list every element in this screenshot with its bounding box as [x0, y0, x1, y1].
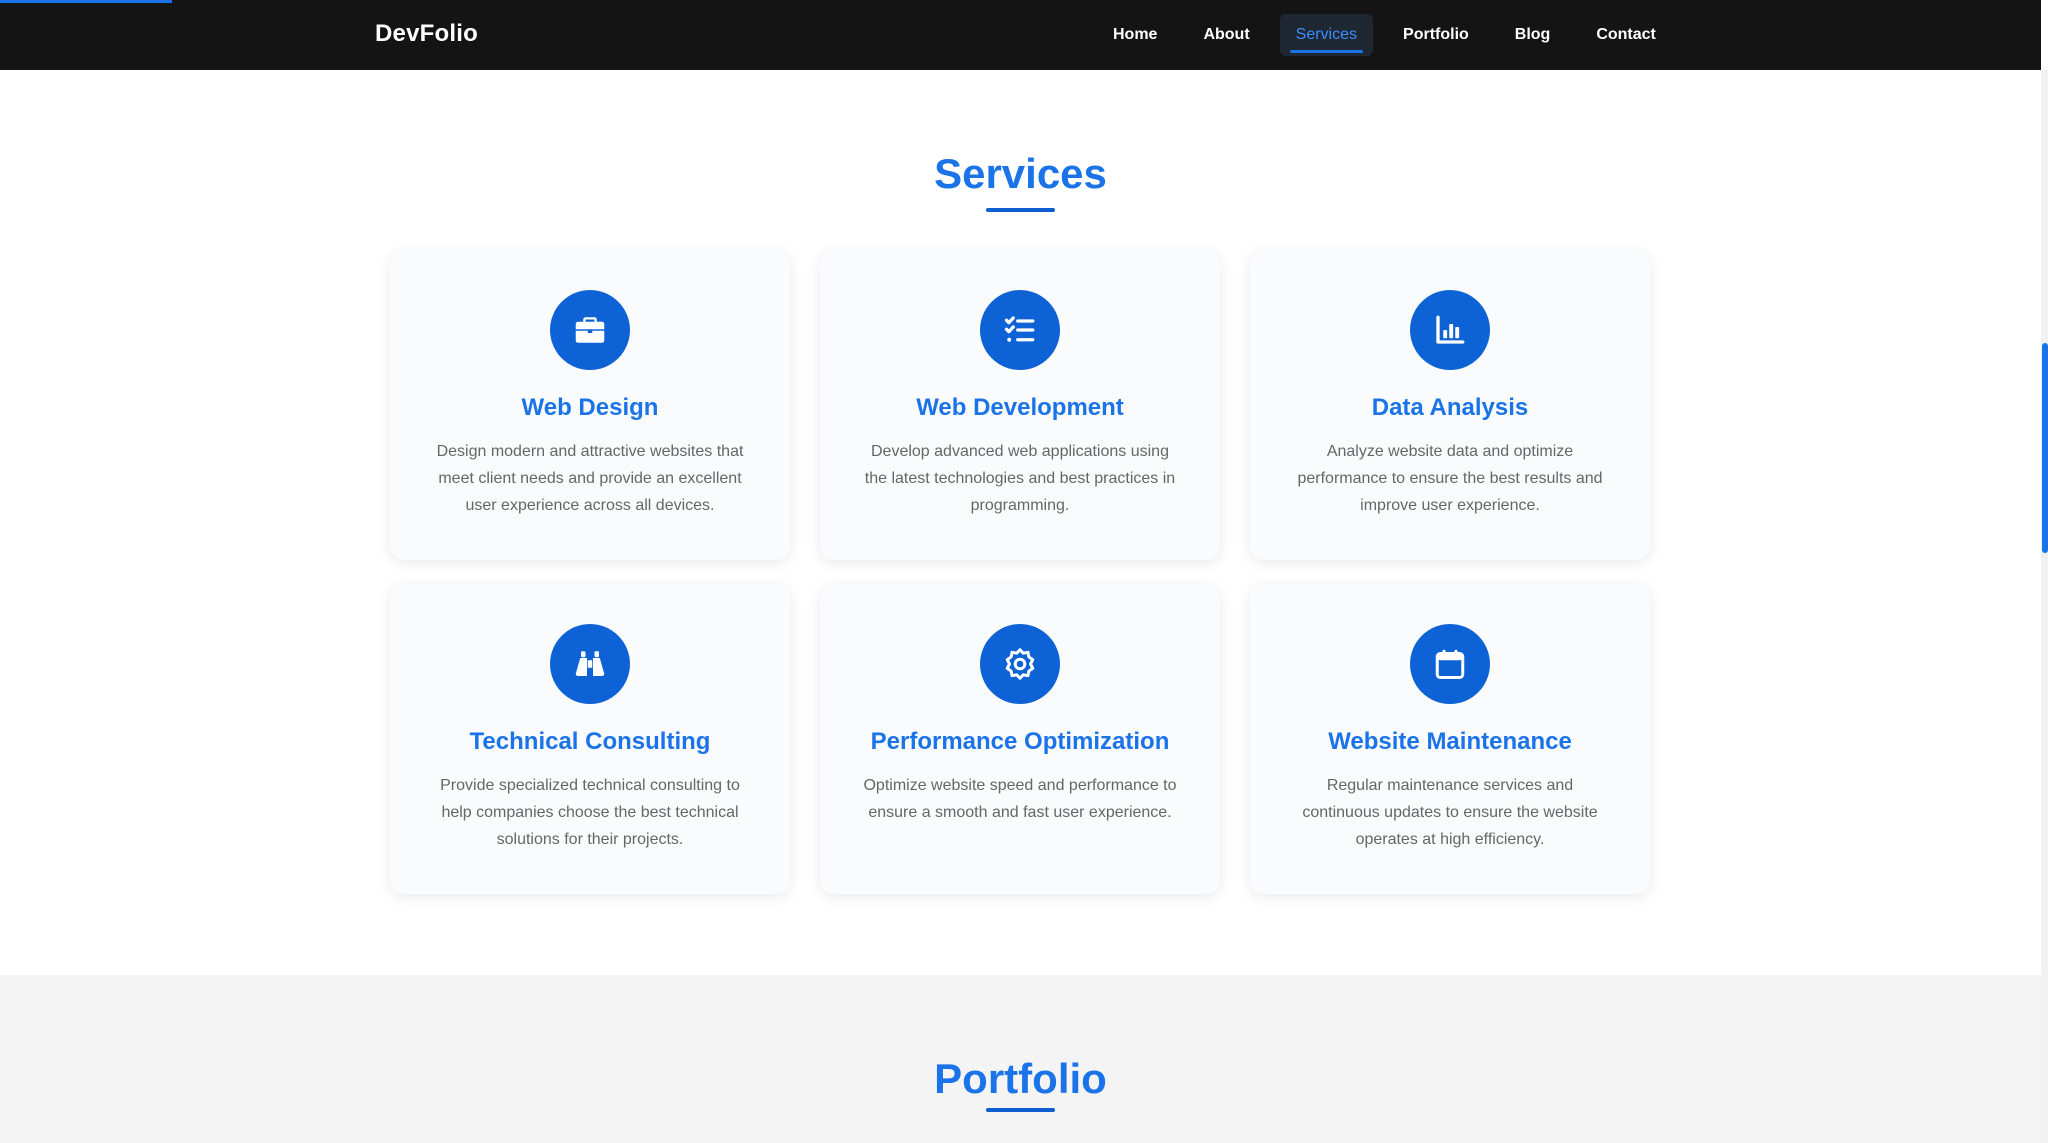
service-title: Technical Consulting: [469, 728, 711, 755]
service-description: Develop advanced web applications using …: [864, 443, 1176, 514]
service-card-web-design[interactable]: Web Design Design modern and attractive …: [390, 250, 790, 560]
navbar: DevFolio Home About Services Portfolio B…: [0, 0, 2041, 70]
service-description: Provide specialized technical consulting…: [440, 777, 740, 848]
nav-links: Home About Services Portfolio Blog Conta…: [1090, 0, 1679, 70]
binoculars-icon: [550, 624, 630, 704]
services-title-underline: [986, 208, 1055, 212]
nav-link-blog[interactable]: Blog: [1499, 14, 1567, 56]
brand-logo[interactable]: DevFolio: [375, 20, 478, 48]
briefcase-icon: [550, 290, 630, 370]
service-description: Analyze website data and optimize perfor…: [1297, 443, 1603, 514]
portfolio-title: Portfolio: [934, 1055, 1107, 1102]
service-title: Web Development: [916, 394, 1124, 421]
services-title: Services: [934, 150, 1107, 197]
nav-link-services[interactable]: Services: [1279, 14, 1374, 56]
service-card-performance-optimization[interactable]: Performance Optimization Optimize websit…: [820, 584, 1220, 894]
service-title: Website Maintenance: [1328, 728, 1572, 755]
nav-link-contact[interactable]: Contact: [1580, 14, 1672, 56]
chart-icon: [1410, 290, 1490, 370]
service-description: Optimize website speed and performance t…: [863, 777, 1177, 821]
service-description: Design modern and attractive websites th…: [436, 443, 744, 514]
nav-link-portfolio[interactable]: Portfolio: [1387, 14, 1485, 56]
scroll-progress-bar: [0, 0, 172, 3]
gear-icon: [980, 624, 1060, 704]
portfolio-section: Portfolio: [0, 975, 2041, 1143]
service-card-website-maintenance[interactable]: Website Maintenance Regular maintenance …: [1250, 584, 1650, 894]
service-card-web-development[interactable]: Web Development Develop advanced web app…: [820, 250, 1220, 560]
nav-link-about[interactable]: About: [1187, 14, 1265, 56]
service-card-technical-consulting[interactable]: Technical Consulting Provide specialized…: [390, 584, 790, 894]
service-card-data-analysis[interactable]: Data Analysis Analyze website data and o…: [1250, 250, 1650, 560]
service-title: Performance Optimization: [870, 728, 1170, 755]
services-grid: Web Design Design modern and attractive …: [390, 250, 1650, 894]
list-check-icon: [980, 290, 1060, 370]
service-title: Data Analysis: [1371, 394, 1529, 421]
scrollbar-thumb[interactable]: [2042, 343, 2048, 553]
service-description: Regular maintenance services and continu…: [1302, 777, 1598, 848]
scrollbar[interactable]: [2041, 70, 2048, 1143]
calendar-icon: [1410, 624, 1490, 704]
portfolio-title-underline: [986, 1108, 1055, 1112]
service-title: Web Design: [521, 394, 659, 421]
nav-link-home[interactable]: Home: [1097, 14, 1173, 56]
